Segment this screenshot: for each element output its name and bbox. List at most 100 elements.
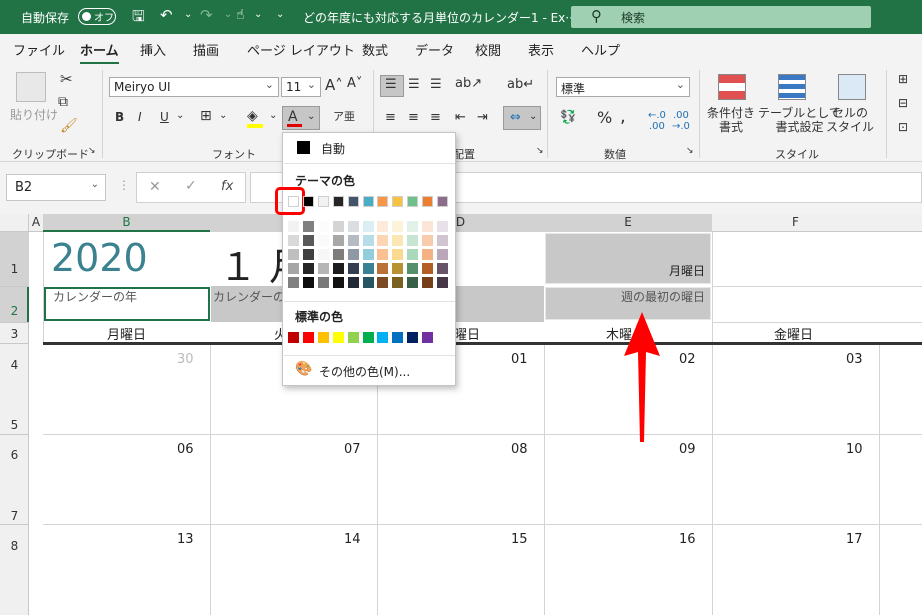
theme-color-swatch[interactable] [332, 196, 344, 207]
font-color-button[interactable]: A ⌄ [282, 106, 320, 130]
phonetic-icon[interactable]: ア亜 [333, 108, 355, 124]
standard-color-swatch[interactable] [362, 332, 374, 343]
standard-color-swatch[interactable] [377, 332, 389, 343]
theme-color-swatch[interactable] [392, 196, 404, 207]
select-all-corner[interactable] [0, 214, 29, 232]
standard-color-swatch[interactable] [407, 332, 419, 343]
theme-shade-swatch[interactable] [347, 263, 359, 274]
theme-shade-swatch[interactable] [437, 221, 448, 232]
theme-shade-swatch[interactable] [377, 277, 389, 288]
cut-icon[interactable]: ✂ [60, 70, 73, 88]
theme-shade-swatch[interactable] [347, 277, 359, 288]
bold-button[interactable]: B [115, 110, 124, 124]
italic-button[interactable]: I [138, 110, 142, 124]
font-grow-icon[interactable]: A˄ [325, 76, 343, 94]
theme-shade-swatch[interactable] [422, 249, 434, 260]
theme-shade-swatch[interactable] [377, 221, 389, 232]
theme-shade-swatch[interactable] [332, 263, 344, 274]
auto-color-swatch[interactable] [297, 141, 310, 154]
theme-shade-swatch[interactable] [422, 221, 434, 232]
row-header-8[interactable]: 8 [0, 539, 29, 553]
tab-data[interactable]: データ [415, 40, 454, 59]
row-header-3[interactable]: 3 [0, 327, 29, 341]
theme-shade-swatch[interactable] [347, 235, 359, 246]
theme-shade-swatch[interactable] [332, 277, 344, 288]
row-header-7[interactable]: 7 [0, 509, 29, 523]
theme-shade-swatch[interactable] [362, 221, 374, 232]
theme-shade-swatch[interactable] [437, 235, 448, 246]
theme-shade-swatch[interactable] [362, 277, 374, 288]
standard-color-swatch[interactable] [288, 332, 299, 343]
tab-home[interactable]: ホーム [80, 40, 119, 65]
theme-color-swatch[interactable] [377, 196, 389, 207]
theme-shade-swatch[interactable] [302, 263, 314, 274]
theme-shade-swatch[interactable] [392, 249, 404, 260]
cell-styles-button[interactable]: セルの スタイル [826, 106, 874, 134]
borders-dropdown-icon[interactable]: ⌄ [219, 110, 227, 121]
theme-shade-swatch[interactable] [317, 235, 329, 246]
theme-shade-swatch[interactable] [362, 235, 374, 246]
standard-color-swatch[interactable] [392, 332, 404, 343]
cancel-icon[interactable]: ✕ [149, 179, 161, 195]
theme-shade-swatch[interactable] [288, 263, 299, 274]
theme-shade-swatch[interactable] [302, 235, 314, 246]
comma-icon[interactable]: , [620, 106, 626, 127]
tab-formulas[interactable]: 数式 [362, 40, 388, 59]
theme-shade-swatch[interactable] [362, 249, 374, 260]
tab-view[interactable]: 表示 [528, 40, 554, 59]
theme-shade-swatch[interactable] [332, 221, 344, 232]
auto-color-label[interactable]: 自動 [321, 140, 345, 157]
column-header-b[interactable]: B [43, 215, 210, 229]
underline-button[interactable]: U [160, 110, 169, 124]
theme-color-swatch[interactable] [288, 196, 299, 207]
font-size-select[interactable]: 11 [281, 77, 321, 97]
theme-shade-swatch[interactable] [392, 235, 404, 246]
theme-color-swatch[interactable] [407, 196, 419, 207]
theme-shade-swatch[interactable] [288, 277, 299, 288]
borders-icon[interactable]: ⊞ [200, 108, 212, 124]
theme-shade-swatch[interactable] [407, 221, 419, 232]
theme-shade-swatch[interactable] [437, 263, 448, 274]
theme-shade-swatch[interactable] [288, 221, 299, 232]
theme-shade-swatch[interactable] [437, 277, 448, 288]
theme-shade-swatch[interactable] [407, 249, 419, 260]
paste-button[interactable]: 貼り付け [10, 106, 58, 123]
theme-shade-swatch[interactable] [392, 221, 404, 232]
autosave-toggle[interactable]: オフ [78, 8, 116, 25]
theme-shade-swatch[interactable] [377, 235, 389, 246]
bottom-align-icon[interactable]: ☰ [430, 77, 442, 92]
column-header-f[interactable]: F [712, 215, 879, 229]
theme-shade-swatch[interactable] [302, 249, 314, 260]
theme-shade-swatch[interactable] [422, 263, 434, 274]
theme-shade-swatch[interactable] [332, 249, 344, 260]
column-header-e[interactable]: E [544, 215, 712, 229]
theme-shade-swatch[interactable] [317, 221, 329, 232]
theme-shade-swatch[interactable] [317, 263, 329, 274]
theme-shade-swatch[interactable] [317, 249, 329, 260]
fill-color-icon[interactable]: ◈ [247, 108, 258, 124]
tab-page-layout[interactable]: ページ レイアウト [247, 40, 355, 59]
enter-icon[interactable]: ✓ [185, 178, 197, 194]
orientation-icon[interactable]: ab↗ [455, 76, 482, 91]
column-header-a[interactable]: A [29, 215, 43, 229]
currency-icon[interactable]: 💱 [560, 110, 576, 125]
row-header-2[interactable]: 2 [0, 304, 29, 318]
touch-mode-icon[interactable]: ☝ [236, 7, 245, 23]
align-left-icon[interactable]: ≡ [385, 110, 396, 125]
theme-shade-swatch[interactable] [362, 263, 374, 274]
alignment-launcher-icon[interactable]: ↘ [536, 146, 544, 156]
number-launcher-icon[interactable]: ↘ [686, 146, 694, 156]
name-box[interactable]: B2 ⌄ [6, 174, 106, 201]
merge-center-button[interactable]: ⇔ ⌄ [503, 106, 541, 130]
insert-cells-icon[interactable]: ⊞ [898, 72, 908, 86]
theme-color-swatch[interactable] [317, 196, 329, 207]
align-center-icon[interactable]: ≡ [408, 110, 419, 125]
tab-help[interactable]: ヘルプ [581, 40, 620, 59]
theme-shade-swatch[interactable] [407, 235, 419, 246]
theme-color-swatch[interactable] [362, 196, 374, 207]
standard-color-swatch[interactable] [302, 332, 314, 343]
row-header-4[interactable]: 4 [0, 358, 29, 372]
increase-decimal-icon[interactable]: ←.0.00 [648, 110, 666, 132]
theme-shade-swatch[interactable] [437, 249, 448, 260]
percent-icon[interactable]: % [597, 108, 612, 127]
